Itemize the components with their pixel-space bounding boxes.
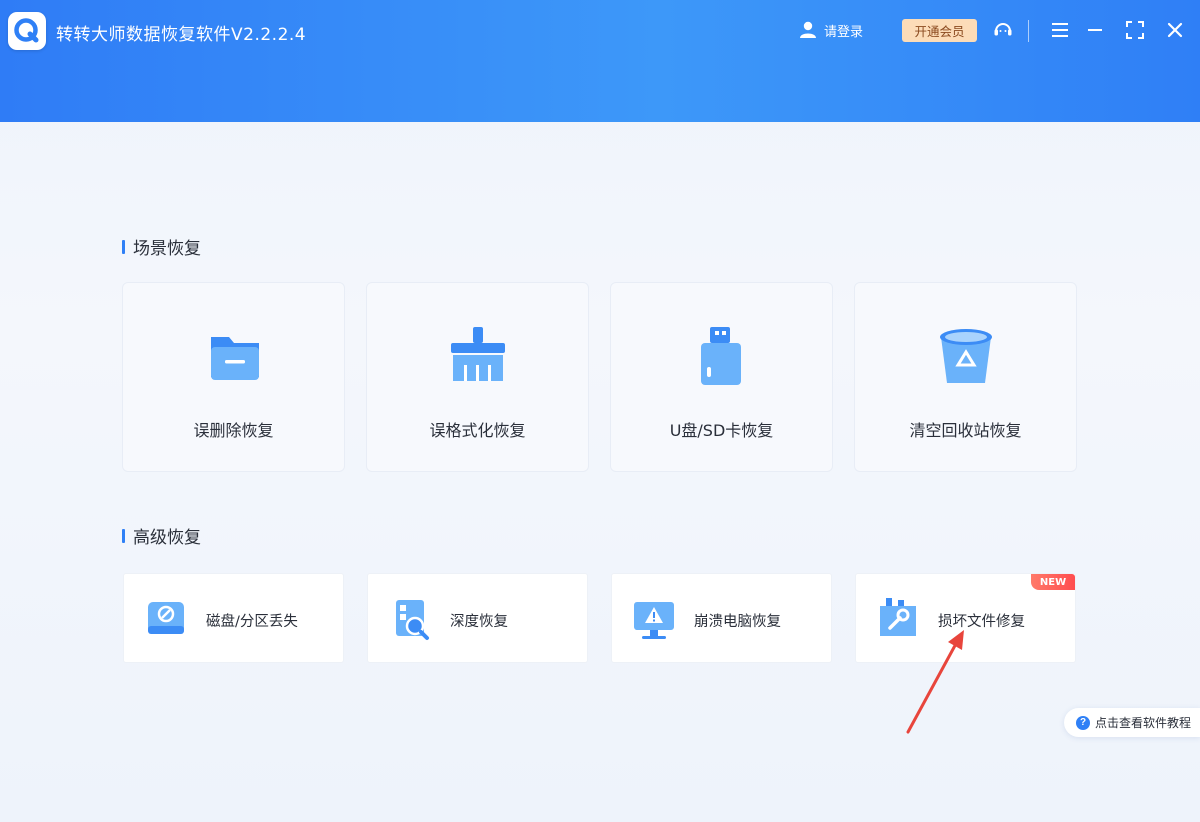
- scene-card-label: 清空回收站恢复: [909, 421, 1022, 440]
- app-window: 转转大师数据恢复软件V2.2.2.4 请登录 开通会员 场景恢复 误删除恢复 误…: [0, 0, 1200, 822]
- menu-icon[interactable]: [1049, 19, 1071, 41]
- folder-icon: [199, 323, 269, 393]
- broom-icon: [443, 323, 513, 393]
- customer-service-icon[interactable]: [992, 19, 1014, 41]
- maximize-icon[interactable]: [1124, 19, 1146, 41]
- app-logo-icon: [8, 12, 46, 50]
- scene-card-label: U盘/SD卡恢复: [669, 421, 774, 440]
- scene-card-usb[interactable]: U盘/SD卡恢复: [610, 282, 833, 472]
- adv-card-label: 磁盘/分区丢失: [206, 614, 298, 630]
- adv-card-disk[interactable]: 磁盘/分区丢失: [123, 573, 344, 663]
- scene-card-recycle-bin[interactable]: 清空回收站恢复: [854, 282, 1077, 472]
- login-label: 请登录: [824, 24, 864, 40]
- disk-icon: [144, 598, 188, 642]
- scene-card-label: 误删除恢复: [193, 421, 274, 440]
- minimize-icon[interactable]: [1084, 19, 1106, 41]
- deep-scan-icon: [388, 598, 432, 642]
- login-button[interactable]: 请登录: [798, 19, 863, 41]
- scene-card-label: 误格式化恢复: [429, 421, 526, 440]
- new-badge: NEW: [1031, 574, 1075, 590]
- adv-card-label: 深度恢复: [450, 614, 508, 630]
- recycle-bin-icon: [931, 323, 1001, 393]
- adv-card-crash[interactable]: 崩溃电脑恢复: [611, 573, 832, 663]
- help-icon: ?: [1076, 715, 1090, 730]
- close-icon[interactable]: [1164, 19, 1186, 41]
- section-marker: [122, 528, 125, 543]
- crashed-monitor-icon: [632, 598, 676, 642]
- title-bar: 转转大师数据恢复软件V2.2.2.4 请登录 开通会员: [0, 0, 1200, 122]
- adv-card-deep[interactable]: 深度恢复: [367, 573, 588, 663]
- scene-card-format[interactable]: 误格式化恢复: [366, 282, 589, 472]
- scene-section-title: 场景恢复: [122, 234, 201, 259]
- scene-section-label: 场景恢复: [133, 239, 201, 259]
- advanced-section-label: 高级恢复: [133, 528, 201, 548]
- app-title: 转转大师数据恢复软件V2.2.2.4: [56, 25, 307, 45]
- usb-drive-icon: [687, 323, 757, 393]
- help-tutorial-link[interactable]: ? 点击查看软件教程: [1064, 708, 1200, 737]
- user-icon: [800, 21, 816, 38]
- header-divider: [1028, 20, 1029, 42]
- scene-card-deleted[interactable]: 误删除恢复: [122, 282, 345, 472]
- annotation-arrow: [906, 630, 964, 734]
- vip-button[interactable]: 开通会员: [902, 19, 977, 42]
- advanced-section-title: 高级恢复: [122, 523, 201, 548]
- help-label: 点击查看软件教程: [1095, 716, 1192, 730]
- adv-card-label: 崩溃电脑恢复: [694, 614, 781, 630]
- section-marker: [122, 239, 125, 254]
